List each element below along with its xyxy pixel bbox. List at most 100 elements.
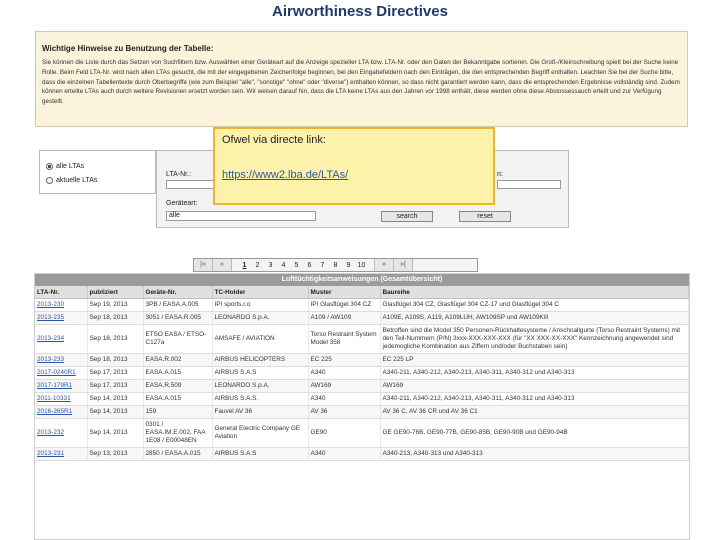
lta-number-link[interactable]: 2013-232	[35, 418, 88, 448]
next-page-button[interactable]: »	[374, 259, 394, 271]
tc-holder-cell: AIRBUS S.A.S	[212, 447, 309, 461]
table-row: 2017-179R1 Sep 17, 2013 EASA.R.509 LEONARDO…	[35, 379, 689, 393]
device-nr-cell: ETSO EASA / ETSO-C127a	[143, 324, 213, 354]
page-link[interactable]: 7	[316, 262, 329, 269]
lta-number-link[interactable]: 2011-10331	[35, 392, 88, 406]
radio-selected-icon[interactable]	[46, 163, 53, 170]
tc-holder-cell: LEONARDO S.p.A.	[212, 379, 309, 393]
published-cell: Sep 14, 2013	[87, 392, 144, 406]
lta-number-link[interactable]: 2016-265R1	[35, 405, 88, 419]
published-cell: Sep 13, 2013	[87, 447, 144, 461]
model-cell: IPI Glasflügel 304 CZ	[308, 298, 381, 312]
table-row: 2017-0240R1 Sep 17, 2013 EASA.A.015 AIRBUS …	[35, 366, 689, 380]
published-cell: Sep 17, 2013	[87, 379, 144, 393]
hints-heading: Wichtige Hinweise zu Benutzung der Tabel…	[42, 44, 214, 53]
table-row: 2011-10331 Sep 14, 2013 EASA.A.015 AIRBUS S…	[35, 392, 689, 406]
model-cell: A340	[308, 392, 381, 406]
tc-holder-cell: IPI sports.r.o	[212, 298, 309, 312]
published-cell: Sep 18, 2013	[87, 353, 144, 367]
radio-unselected-icon[interactable]	[46, 177, 53, 184]
published-cell: Sep 14, 2013	[87, 418, 144, 448]
extra-field-input[interactable]	[497, 180, 561, 189]
page-link[interactable]: 10	[355, 262, 368, 269]
table-row: 2013-232 Sep 14, 2013 0301 / EASA.IM.E.002…	[35, 418, 689, 448]
col-lta-nr[interactable]: LTA-Nr.	[35, 286, 88, 299]
tc-holder-cell: LEONARDO S.p.A.	[212, 311, 309, 325]
col-tc-holder[interactable]: TC-Holder	[212, 286, 309, 299]
page-link[interactable]: 6	[303, 262, 316, 269]
model-cell: A109 / AW109	[308, 311, 381, 325]
callout-text: Ofwel via directe link:	[222, 134, 326, 146]
page-link[interactable]: 3	[264, 262, 277, 269]
lta-table-grid: LTA-Nr. publiziert Geräte-Nr. TC-Holder …	[35, 286, 689, 461]
series-cell: AV 36 C, AV 36 CR und AV 36 C1	[380, 405, 689, 419]
col-series[interactable]: Baureihe	[380, 286, 689, 299]
radio-all-ltas-label: alle LTAs	[56, 163, 85, 170]
series-cell: EC 225 LP	[380, 353, 689, 367]
device-nr-cell: EASA.A.015	[143, 392, 213, 406]
model-cell: Torso Restraint System Model 358	[308, 324, 381, 354]
lta-number-label: LTA-Nr.:	[166, 171, 192, 178]
page-link[interactable]: 2	[251, 262, 264, 269]
published-cell: Sep 14, 2013	[87, 405, 144, 419]
published-cell: Sep 18, 2013	[87, 311, 144, 325]
lta-number-link[interactable]: 2013-234	[35, 324, 88, 354]
page-link[interactable]: 8	[329, 262, 342, 269]
device-type-label: Geräteart:	[166, 200, 198, 207]
series-cell: Betroffen sind die Model 350 Personen-Rü…	[380, 324, 689, 354]
col-device-nr[interactable]: Geräte-Nr.	[143, 286, 213, 299]
device-type-select[interactable]: alle	[166, 211, 316, 221]
device-nr-cell: 0301 / EASA.IM.E.002, FAA 1E08 / E00048E…	[143, 418, 213, 448]
series-cell: A340-211, A340-212, A340-213, A340-311, …	[380, 392, 689, 406]
device-nr-cell: 3PB / EASA.A.005	[143, 298, 213, 312]
tc-holder-cell: Fauvel AV 36	[212, 405, 309, 419]
direct-link[interactable]: https://www2.lba.de/LTAs/	[222, 169, 348, 181]
hints-text: Sie können die Liste durch das Setzen vo…	[42, 59, 680, 106]
prev-page-button[interactable]: «	[213, 259, 232, 271]
usage-hints-panel: Wichtige Hinweise zu Benutzung der Tabel…	[35, 31, 688, 127]
lta-number-link[interactable]: 2013-231	[35, 447, 88, 461]
device-nr-cell: EASA.A.015	[143, 366, 213, 380]
table-header-row: LTA-Nr. publiziert Geräte-Nr. TC-Holder …	[35, 286, 689, 299]
table-row: 2013-233 Sep 18, 2013 EASA.R.002 AIRBUS HEL…	[35, 353, 689, 367]
lta-number-link[interactable]: 2013-233	[35, 353, 88, 367]
lta-number-link[interactable]: 2017-179R1	[35, 379, 88, 393]
col-published[interactable]: publiziert	[87, 286, 144, 299]
last-page-button[interactable]: »|	[394, 259, 413, 271]
pagination: |« « 1 2 3 4 5 6 7 8 9 10 » »|	[193, 258, 478, 272]
radio-current-ltas[interactable]: aktuelle LTAs	[46, 177, 97, 184]
series-cell: A109E, A109S, A119, A109LUH, AW109SP und…	[380, 311, 689, 325]
first-page-button[interactable]: |«	[194, 259, 213, 271]
tc-holder-cell: AIRBUS S.A.S.	[212, 392, 309, 406]
device-nr-cell: 3051 / EASA.R.005	[143, 311, 213, 325]
page-link[interactable]: 5	[290, 262, 303, 269]
table-caption: Lufttüchtigkeitsanweisungen (Gesamtübers…	[35, 274, 689, 286]
page-title: Airworthiness Directives	[272, 3, 448, 20]
page-link[interactable]: 4	[277, 262, 290, 269]
device-nr-cell: 159	[143, 405, 213, 419]
search-button[interactable]: search	[381, 211, 433, 222]
lta-filter-radio-group: alle LTAs aktuelle LTAs	[39, 150, 156, 194]
series-cell: GE GE90-76B, GE90-77B, GE90-85B, GE90-90…	[380, 418, 689, 448]
lta-number-link[interactable]: 2013-230	[35, 298, 88, 312]
reset-button[interactable]: reset	[459, 211, 511, 222]
page-link[interactable]: 9	[342, 262, 355, 269]
device-nr-cell: EASA.R.002	[143, 353, 213, 367]
model-cell: AV 36	[308, 405, 381, 419]
table-row: 2013-230 Sep 19, 2013 3PB / EASA.A.005 IPI …	[35, 298, 689, 312]
published-cell: Sep 18, 2013	[87, 324, 144, 354]
radio-all-ltas[interactable]: alle LTAs	[46, 163, 84, 170]
lta-number-link[interactable]: 2017-0240R1	[35, 366, 88, 380]
tc-holder-cell: AIRBUS S.A.S	[212, 366, 309, 380]
device-type-value: alle	[169, 212, 180, 219]
device-nr-cell: EASA.R.509	[143, 379, 213, 393]
col-model[interactable]: Muster	[308, 286, 381, 299]
table-row: 2016-265R1 Sep 14, 2013 159 Fauvel AV 36 AV …	[35, 405, 689, 419]
page-link[interactable]: 1	[238, 262, 251, 269]
lta-table: Lufttüchtigkeitsanweisungen (Gesamtübers…	[34, 273, 690, 540]
lta-number-link[interactable]: 2013-235	[35, 311, 88, 325]
table-row: 2013-234 Sep 18, 2013 ETSO EASA / ETSO-C12…	[35, 324, 689, 354]
series-cell: Glasflügel 304 CZ, Glasflügel 304 CZ-17 …	[380, 298, 689, 312]
radio-current-ltas-label: aktuelle LTAs	[56, 177, 98, 184]
table-row: 2013-231 Sep 13, 2013 2850 / EASA.A.015 AIR…	[35, 447, 689, 461]
